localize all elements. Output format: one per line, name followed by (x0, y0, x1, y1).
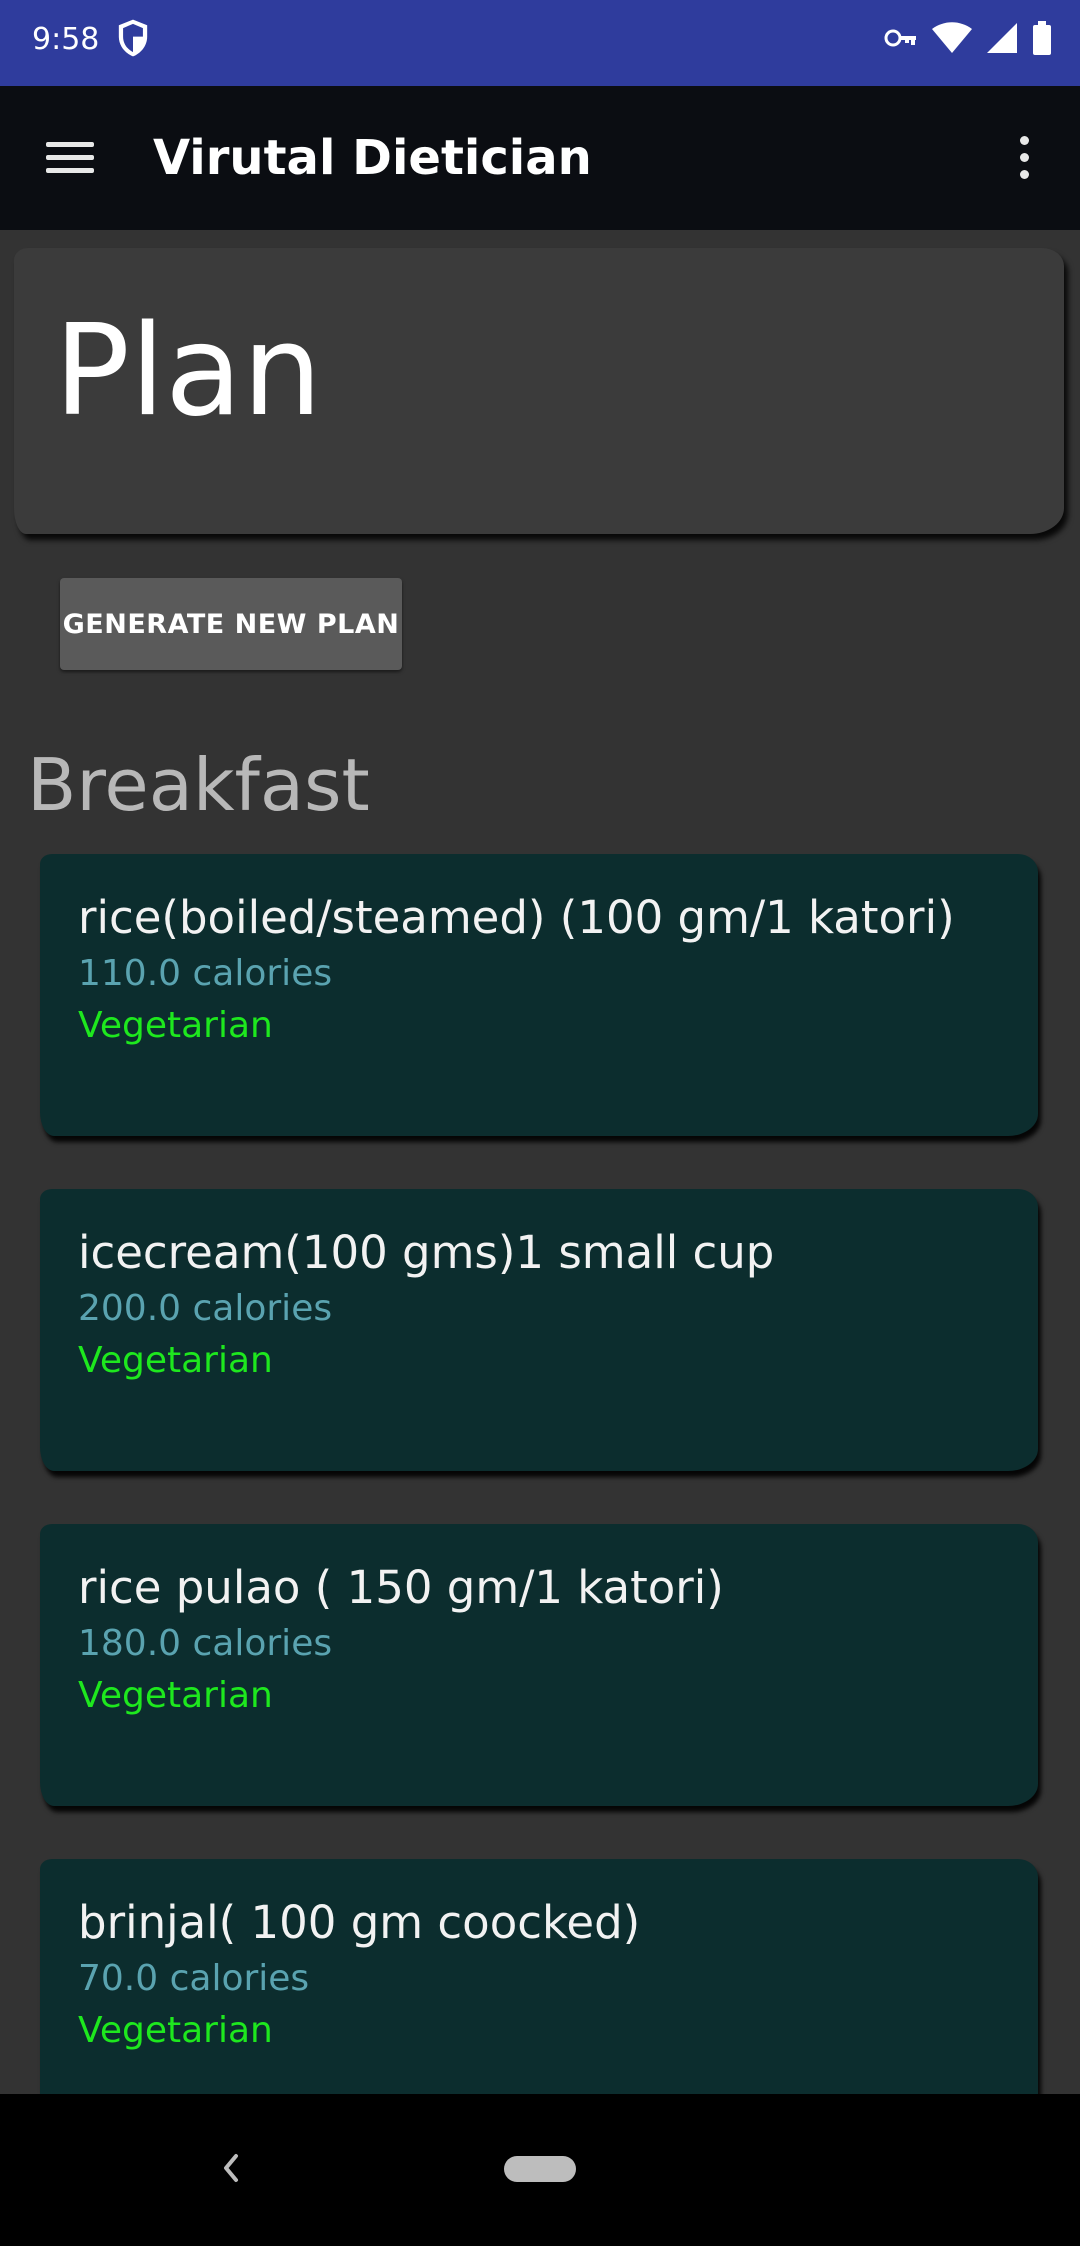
food-calories: 70.0 calories (78, 1958, 310, 1999)
food-card[interactable]: icecream(100 gms)1 small cup 200.0 calor… (40, 1189, 1038, 1471)
wifi-icon (932, 22, 972, 53)
plan-header-card: Plan (14, 248, 1064, 534)
food-name: rice pulao ( 150 gm/1 katori) (78, 1561, 724, 1614)
app-toolbar: Virutal Dietician (0, 86, 1080, 230)
status-icons (884, 18, 1052, 58)
food-card[interactable]: rice pulao ( 150 gm/1 katori) 180.0 calo… (40, 1524, 1038, 1806)
food-type: Vegetarian (78, 1340, 273, 1381)
shield-icon (118, 19, 148, 57)
back-icon[interactable] (210, 2142, 250, 2194)
food-name: rice(boiled/steamed) (100 gm/1 katori) (78, 891, 955, 944)
plan-title: Plan (54, 297, 323, 444)
section-title-breakfast: Breakfast (27, 743, 370, 827)
app-title: Virutal Dietician (153, 130, 592, 186)
signal-icon (987, 23, 1017, 53)
food-calories: 180.0 calories (78, 1623, 333, 1664)
battery-icon (1033, 21, 1051, 55)
food-name: icecream(100 gms)1 small cup (78, 1226, 775, 1279)
food-name: brinjal( 100 gm coocked) (78, 1896, 641, 1949)
food-calories: 110.0 calories (78, 953, 333, 994)
vpn-key-icon (884, 29, 916, 47)
more-vert-icon[interactable] (1004, 132, 1044, 184)
food-card[interactable]: rice(boiled/steamed) (100 gm/1 katori) 1… (40, 854, 1038, 1136)
food-type: Vegetarian (78, 1005, 273, 1046)
food-calories: 200.0 calories (78, 1288, 333, 1329)
screen: 9:58 Virutal Dietician Plan GENERATE NEW… (0, 0, 1080, 2246)
generate-new-plan-button[interactable]: GENERATE NEW PLAN (60, 578, 402, 670)
status-time: 9:58 (32, 22, 100, 57)
home-pill-icon[interactable] (504, 2156, 576, 2182)
status-bar: 9:58 (0, 0, 1080, 86)
hamburger-menu-icon[interactable] (40, 130, 100, 186)
system-nav-bar (0, 2094, 1080, 2246)
food-type: Vegetarian (78, 2010, 273, 2051)
food-type: Vegetarian (78, 1675, 273, 1716)
